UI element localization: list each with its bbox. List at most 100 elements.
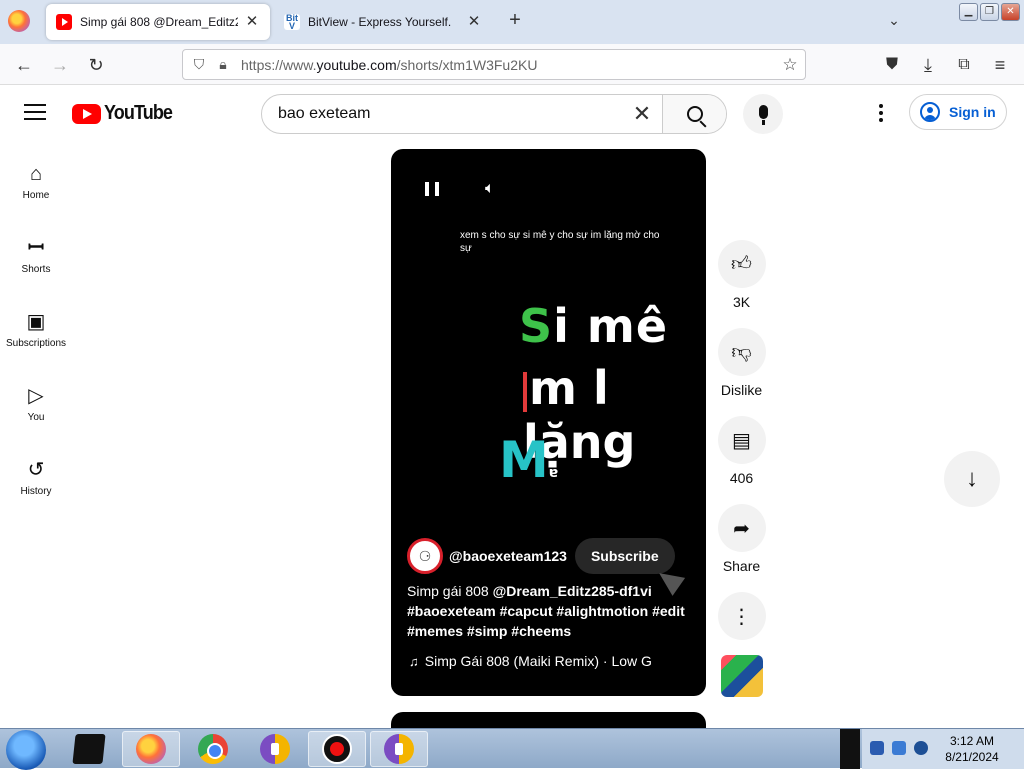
youtube-play-logo-icon [72,103,101,124]
subscribe-button[interactable]: Subscribe [574,538,675,574]
monitor-icon[interactable] [892,741,906,755]
firefox-icon [136,734,166,764]
next-video-arrow-icon[interactable]: ↓ [944,451,1000,507]
more-options-icon[interactable]: ⋮ [717,592,766,640]
window-controls: ▁ ❐ ✕ [959,3,1020,21]
vpn-lock-icon [384,734,414,764]
comment-icon[interactable]: ▤ [717,416,766,464]
forward-icon[interactable]: → [48,53,72,77]
lock-icon[interactable]: 🔒︎ [211,56,235,73]
search-button[interactable] [662,95,726,133]
url-text: https://www.youtube.com/shorts/xtm1W3Fu2… [241,56,538,73]
firefox-view-icon[interactable] [8,10,30,32]
music-link[interactable]: ♫ Simp Gái 808 (Maiki Remix) · Low G [409,653,652,669]
sound-thumbnail[interactable] [721,655,763,697]
video-overlay-line-3: Mɐ [499,431,559,489]
volume-icon[interactable]: 🔈︎ [485,180,495,198]
subscriptions-icon: ▣ [26,311,46,333]
microphone-icon [758,105,768,125]
search-box: bao exeteam ✕ [261,94,727,134]
comments-action: ▤ 406 [717,416,766,486]
account-circle-icon [920,102,940,122]
browser-tab-bar: Simp gái 808 @Dream_Editz285 ✕ Bit V BitV… [0,0,1024,44]
pause-icon[interactable] [425,182,439,196]
home-icon: ⌂ [29,163,43,185]
tab-close-icon[interactable]: ✕ [466,14,482,30]
bitview-favicon-icon: Bit V [284,13,300,31]
guide-item-history[interactable]: ↺ History [0,446,72,506]
address-bar[interactable]: ⛉ 🔒︎ https://www.youtube.com/shorts/xtm1… [182,49,806,80]
tab-bitview[interactable]: Bit V BitView - Express Yourself. ✕ [274,4,492,40]
mention-link[interactable]: @Dream_Editz285-df1vi [493,583,652,599]
channel-row: ⚆ @baoexeteam123 Subscribe [407,538,675,574]
youtube-logo[interactable]: YouTube [72,102,180,125]
vpn-lock-icon [260,734,290,764]
guide-menu-icon[interactable] [24,102,46,122]
network-icon[interactable] [870,741,884,755]
share-icon[interactable]: ➦ [717,504,766,552]
taskbar-firefox[interactable] [122,731,180,767]
video-caption-text: xem s cho sự si mê y cho sự im lặng mờ c… [460,230,660,254]
share-action: ➦ Share [717,504,766,574]
voice-search-button[interactable] [743,94,783,134]
more-action: ⋮ [717,592,766,640]
tab-close-icon[interactable]: ✕ [244,14,260,30]
downloads-icon[interactable]: ⤓ [916,53,940,77]
clear-search-icon[interactable]: ✕ [622,101,662,127]
youtube-favicon-icon [56,14,72,30]
taskbar-vpn-2[interactable] [370,731,428,767]
search-input[interactable]: bao exeteam [262,105,622,123]
history-icon: ↺ [27,459,45,481]
terminal-icon [72,734,106,764]
comment-count: 406 [729,470,754,486]
channel-avatar[interactable]: ⚆ [407,538,443,574]
tray-separator [840,729,860,769]
taskbar-vpn[interactable] [246,731,304,767]
taskbar-terminal[interactable] [60,731,118,767]
bookmark-star-icon[interactable]: ☆ [775,55,805,75]
tab-youtube-short[interactable]: Simp gái 808 @Dream_Editz285 ✕ [46,4,270,40]
shorts-icon: ꟷ [27,237,45,259]
guide-item-you[interactable]: ▷ You [0,372,72,432]
start-button[interactable] [6,730,46,770]
dislike-action: 👎︎ Dislike [717,328,766,398]
system-clock[interactable]: 3:12 AM 8/21/2024 [936,733,1008,765]
channel-handle[interactable]: @baoexeteam123 [449,548,567,564]
new-tab-button[interactable]: + [505,10,525,30]
search-icon [686,106,703,122]
pocket-icon[interactable]: ⛊ [880,53,904,77]
volume-tray-icon[interactable] [914,741,928,755]
browser-nav-bar: ← → ↻ ⛉ 🔒︎ https://www.youtube.com/short… [0,44,1024,85]
guide-item-home[interactable]: ⌂ Home [0,150,72,210]
like-count: 3K [732,294,751,310]
sign-in-button[interactable]: Sign in [909,94,1007,130]
app-menu-icon[interactable]: ≡ [988,53,1012,77]
hashtags-link[interactable]: #baoexeteam #capcut #alightmotion #edit … [407,603,685,639]
guide-item-shorts[interactable]: ꟷ Shorts [0,224,72,284]
record-icon [322,734,352,764]
share-label: Share [722,558,761,574]
guide-item-subscriptions[interactable]: ▣ Subscriptions [0,298,72,358]
tracking-shield-icon[interactable]: ⛉ [187,56,211,73]
like-icon[interactable]: 👍︎ [717,240,766,288]
video-overlay-line-1: Si mê [519,299,669,353]
list-all-tabs-icon[interactable]: ⌄ [884,12,904,32]
chrome-icon [198,734,228,764]
windows-taskbar: 3:12 AM 8/21/2024 [0,728,1024,770]
extensions-icon[interactable]: ⧉ [952,53,976,77]
dislike-label: Dislike [720,382,763,398]
minimize-button[interactable]: ▁ [959,3,978,21]
youtube-header: YouTube bao exeteam ✕ Sign in [0,85,1024,141]
music-note-icon: ♫ [409,653,419,669]
settings-menu-icon[interactable] [870,102,892,124]
tab-title: BitView - Express Yourself. [308,15,452,29]
dislike-icon[interactable]: 👎︎ [717,328,766,376]
window-close-button[interactable]: ✕ [1001,3,1020,21]
restore-button[interactable]: ❐ [980,3,999,21]
short-description: Simp gái 808 @Dream_Editz285-df1vi #baoe… [407,583,685,639]
taskbar-chrome[interactable] [184,731,242,767]
reload-icon[interactable]: ↻ [84,53,108,77]
back-icon[interactable]: ← [12,53,36,77]
shorts-player[interactable]: 🔈︎ xem s cho sự si mê y cho sự im lặng m… [391,149,706,696]
taskbar-recorder[interactable] [308,731,366,767]
